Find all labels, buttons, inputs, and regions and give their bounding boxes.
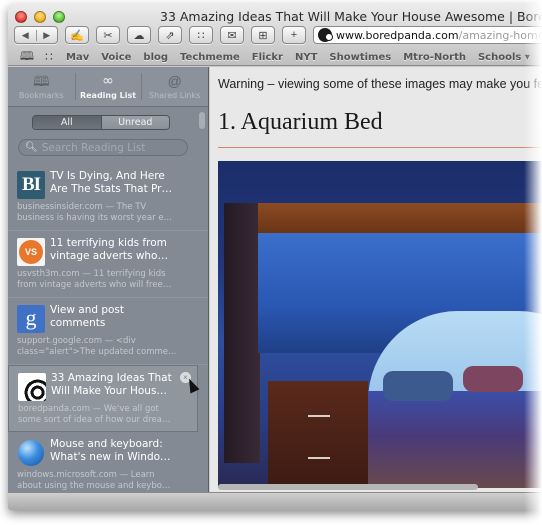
new-tab-button[interactable]: + bbox=[282, 26, 306, 44]
url-host: www.boredpanda.com bbox=[336, 28, 459, 42]
bookmark-flickr[interactable]: Flickr bbox=[246, 52, 289, 63]
minimize-window-button[interactable] bbox=[34, 11, 46, 23]
top-sites-grid-icon[interactable]: ∷ bbox=[38, 50, 60, 64]
bookmark-blog[interactable]: blog bbox=[137, 52, 174, 63]
at-icon: @ bbox=[167, 72, 182, 89]
web-page-content: Warning – viewing some of these images m… bbox=[210, 67, 542, 492]
title-bar: 33 Amazing Ideas That Will Make Your Hou… bbox=[8, 4, 542, 66]
site-favicon-icon bbox=[318, 28, 333, 42]
search-reading-list-input[interactable]: 🔍︎ Search Reading List bbox=[18, 139, 188, 156]
google-logo-icon: g bbox=[17, 305, 45, 333]
search-icon: 🔍︎ bbox=[25, 142, 38, 153]
aquarium-bed-photo bbox=[218, 161, 542, 488]
item-title: 33 Amazing Ideas That Will Make Your Hou… bbox=[51, 372, 172, 397]
window-title: 33 Amazing Ideas That Will Make Your Hou… bbox=[160, 9, 542, 24]
bookmark-wiki[interactable]: wiki bbox=[536, 52, 542, 63]
bored-panda-thumbnail-icon bbox=[18, 373, 46, 401]
edit-button[interactable]: ✍ bbox=[65, 26, 89, 44]
zoom-window-button[interactable] bbox=[53, 11, 65, 23]
item-description: boredpanda.com — We've all got some sort… bbox=[18, 404, 171, 425]
safari-window: 33 Amazing Ideas That Will Make Your Hou… bbox=[8, 4, 542, 510]
bookmark-mav[interactable]: Mav bbox=[60, 52, 95, 63]
sidebar-tabs: 🕮 Bookmarks ∞ Reading List @ Shared Link… bbox=[8, 67, 208, 107]
back-icon[interactable]: ◀ bbox=[15, 29, 37, 41]
reading-list-item-hovered[interactable]: 33 Amazing Ideas That Will Make Your Hou… bbox=[8, 365, 200, 432]
reading-list-sidebar: 🕮 Bookmarks ∞ Reading List @ Shared Link… bbox=[8, 67, 209, 492]
reading-list-item[interactable]: g View and post comments support.google.… bbox=[8, 298, 208, 365]
item-description: windows.microsoft.com — Learn about usin… bbox=[17, 470, 171, 491]
back-forward-buttons: ◀ ▶ bbox=[14, 26, 58, 44]
book-icon: 🕮 bbox=[33, 72, 50, 89]
window-controls bbox=[15, 11, 65, 23]
usvsthem-logo-icon: VS bbox=[17, 238, 45, 266]
item-title: TV Is Dying, And Here Are The Stats That… bbox=[50, 170, 172, 195]
close-window-button[interactable] bbox=[15, 11, 27, 23]
grid-icon: ∷ bbox=[197, 29, 205, 42]
reading-list-item[interactable]: Mouse and keyboard: What's new in Windo…… bbox=[8, 432, 208, 492]
bookmark-folder-schools[interactable]: Schools ▾ bbox=[472, 52, 536, 63]
bookmark-techmeme[interactable]: Techmeme bbox=[174, 52, 246, 63]
business-insider-logo-icon: BI bbox=[17, 171, 45, 199]
item-description: businessinsider.com — The TV business is… bbox=[17, 202, 173, 223]
mail-button[interactable]: ✉ bbox=[220, 26, 244, 44]
address-bar[interactable]: www.boredpanda.com/amazing-home-inte bbox=[313, 26, 542, 44]
glasses-icon: ∞ bbox=[102, 72, 114, 89]
share-button[interactable]: ⇗ bbox=[158, 26, 182, 44]
bookmark-nyt[interactable]: NYT bbox=[289, 52, 323, 63]
horizontal-scrollbar[interactable] bbox=[218, 484, 478, 490]
tab-bookmarks[interactable]: 🕮 Bookmarks bbox=[8, 67, 75, 106]
filter-unread-button[interactable]: Unread bbox=[101, 116, 169, 129]
item-description: support.google.com — <div class="alert">… bbox=[17, 336, 177, 357]
filter-all-button[interactable]: All bbox=[33, 116, 102, 129]
reading-filter-segmented-control: All Unread bbox=[32, 115, 170, 130]
tab-label: Reading List bbox=[79, 90, 137, 100]
scissors-icon: ✂ bbox=[103, 29, 113, 42]
url-path: /amazing-home-inte bbox=[458, 28, 542, 42]
reading-list: BI TV Is Dying, And Here Are The Stats T… bbox=[8, 164, 208, 492]
bookmark-voice[interactable]: Voice bbox=[95, 52, 137, 63]
vs-logo-text: VS bbox=[19, 240, 43, 264]
item-description: usvsth3m.com — 11 terrifying kids from v… bbox=[17, 269, 172, 290]
bookmark-mtro-north[interactable]: Mtro-North bbox=[397, 52, 472, 63]
heading-divider bbox=[218, 147, 542, 148]
sidebar-scrollbar[interactable] bbox=[199, 112, 205, 129]
globe-icon bbox=[17, 439, 45, 467]
reading-list-item[interactable]: VS 11 terrifying kids from vintage adver… bbox=[8, 231, 208, 298]
tab-shared-links[interactable]: @ Shared Links bbox=[141, 67, 208, 106]
item-title: 11 terrifying kids from vintage adverts … bbox=[50, 237, 168, 262]
plus-icon: + bbox=[290, 29, 298, 41]
reader-icon: ⊞ bbox=[258, 29, 268, 42]
share-icon: ⇗ bbox=[165, 29, 175, 42]
reading-list-item[interactable]: BI TV Is Dying, And Here Are The Stats T… bbox=[8, 164, 208, 231]
search-placeholder: Search Reading List bbox=[41, 141, 146, 154]
toolbar: ◀ ▶ ✍ ✂ ☁ ⇗ ∷ ✉ ⊞ + www.boredpanda.com/a… bbox=[14, 26, 542, 44]
pencil-icon: ✍ bbox=[70, 29, 84, 42]
forward-icon[interactable]: ▶ bbox=[37, 30, 58, 41]
bookmarks-bar: 🕮 ∷ Mav Voice blog Techmeme Flickr NYT S… bbox=[16, 49, 542, 65]
item-title: View and post comments bbox=[50, 304, 125, 329]
top-sites-button[interactable]: ∷ bbox=[189, 26, 213, 44]
article-heading: 1. Aquarium Bed bbox=[218, 109, 383, 135]
bookmark-showtimes[interactable]: Showtimes bbox=[323, 52, 397, 63]
envelope-icon: ✉ bbox=[227, 29, 237, 42]
window-bottom-bar bbox=[8, 492, 542, 510]
cloud-icon: ☁ bbox=[133, 29, 145, 42]
show-sidebar-book-icon[interactable]: 🕮 bbox=[16, 47, 38, 68]
tab-reading-list[interactable]: ∞ Reading List bbox=[74, 67, 142, 106]
tab-label: Bookmarks bbox=[18, 90, 64, 100]
reader-button[interactable]: ⊞ bbox=[251, 26, 275, 44]
tab-label: Shared Links bbox=[149, 90, 201, 100]
warning-text: Warning – viewing some of these images m… bbox=[218, 77, 542, 91]
icloud-button[interactable]: ☁ bbox=[127, 26, 151, 44]
clip-button[interactable]: ✂ bbox=[96, 26, 120, 44]
item-title: Mouse and keyboard: What's new in Windo… bbox=[50, 438, 171, 463]
